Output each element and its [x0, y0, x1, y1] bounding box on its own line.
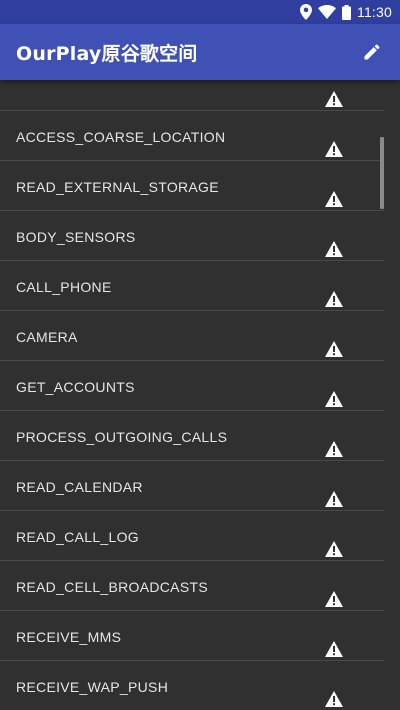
permission-label: READ_CALL_LOG — [16, 529, 139, 545]
status-bar: 11:30 — [0, 0, 400, 24]
permission-label: PROCESS_OUTGOING_CALLS — [16, 429, 228, 445]
permission-row[interactable]: PROCESS_OUTGOING_CALLS — [0, 411, 400, 461]
location-icon — [300, 4, 312, 20]
warning-icon — [324, 90, 344, 108]
warning-icon — [324, 590, 344, 608]
permission-row[interactable]: READ_CALL_LOG — [0, 511, 400, 561]
permission-row[interactable]: GET_ACCOUNTS — [0, 361, 400, 411]
warning-icon — [324, 290, 344, 308]
wifi-icon — [318, 5, 336, 19]
permission-label: CAMERA — [16, 329, 78, 345]
permission-label: BODY_SENSORS — [16, 229, 136, 245]
status-time: 11:30 — [357, 4, 392, 20]
permission-label: READ_CALENDAR — [16, 479, 143, 495]
app-title: OurPlay原谷歌空间 — [16, 42, 198, 65]
permission-row[interactable]: RECEIVE_MMS — [0, 611, 400, 661]
scrollbar[interactable] — [380, 137, 384, 209]
permission-label: READ_EXTERNAL_STORAGE — [16, 179, 219, 195]
permission-label: RECEIVE_WAP_PUSH — [16, 679, 169, 695]
permission-list[interactable]: ACCESS_COARSE_LOCATION READ_EXTERNAL_STOR… — [0, 80, 400, 710]
permission-row[interactable]: READ_CALENDAR — [0, 461, 400, 511]
permission-row[interactable]: ACCESS_COARSE_LOCATION — [0, 111, 400, 161]
permission-label: RECEIVE_MMS — [16, 629, 122, 645]
warning-icon — [324, 640, 344, 658]
permission-row[interactable] — [0, 80, 400, 111]
warning-icon — [324, 190, 344, 208]
warning-icon — [324, 390, 344, 408]
warning-icon — [324, 440, 344, 458]
battery-icon — [342, 4, 351, 20]
permission-row[interactable]: CALL_PHONE — [0, 261, 400, 311]
warning-icon — [324, 490, 344, 508]
pencil-icon — [364, 44, 380, 60]
permission-row[interactable]: READ_EXTERNAL_STORAGE — [0, 161, 400, 211]
warning-icon — [324, 340, 344, 358]
edit-button[interactable] — [358, 38, 386, 66]
permission-row[interactable]: BODY_SENSORS — [0, 211, 400, 261]
warning-icon — [324, 140, 344, 158]
warning-icon — [324, 240, 344, 258]
permission-row[interactable]: READ_CELL_BROADCASTS — [0, 561, 400, 611]
permission-label: CALL_PHONE — [16, 279, 112, 295]
permission-row[interactable]: CAMERA — [0, 311, 400, 361]
warning-icon — [324, 540, 344, 558]
app-bar: OurPlay原谷歌空间 — [0, 24, 400, 80]
permission-label: ACCESS_COARSE_LOCATION — [16, 129, 226, 145]
warning-icon — [324, 690, 344, 708]
permission-label: GET_ACCOUNTS — [16, 379, 135, 395]
permission-label: READ_CELL_BROADCASTS — [16, 579, 208, 595]
permission-row[interactable]: RECEIVE_WAP_PUSH — [0, 661, 400, 710]
